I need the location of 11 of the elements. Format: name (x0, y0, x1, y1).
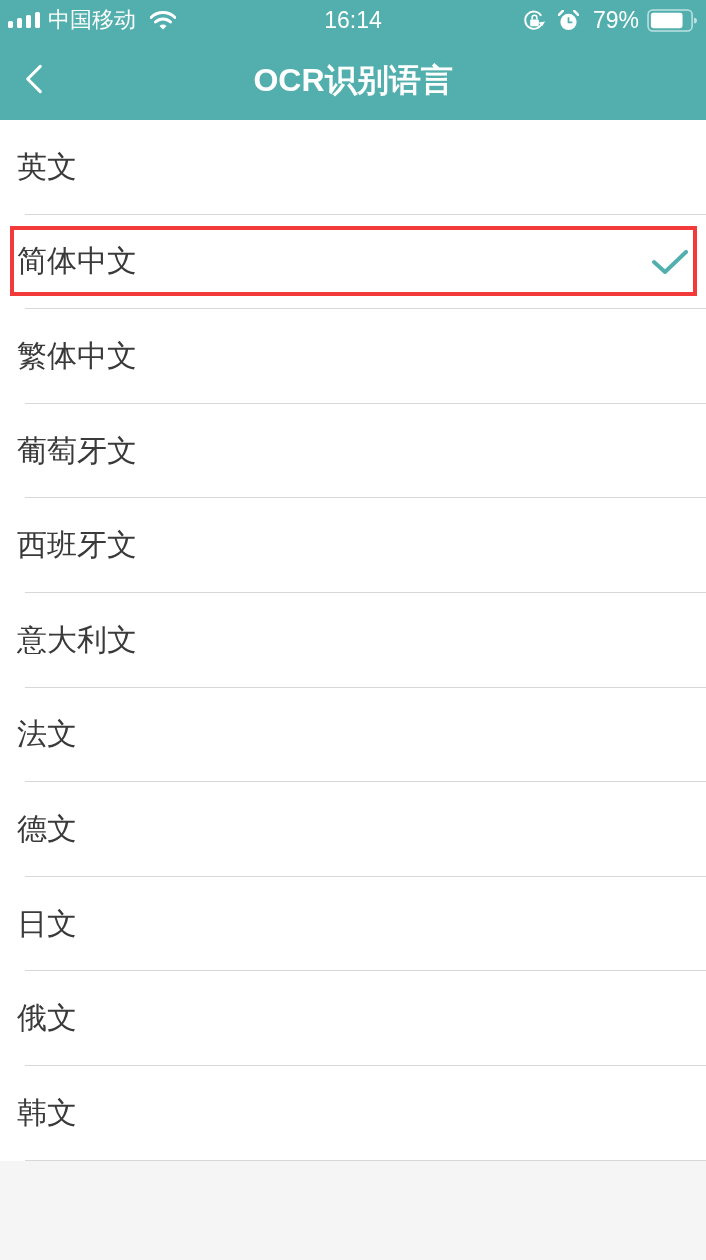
wifi-icon (150, 10, 176, 30)
checkmark-icon (652, 249, 688, 274)
rotation-lock-icon (522, 8, 546, 32)
carrier-name: 中国移动 (48, 9, 136, 31)
battery-icon (647, 8, 697, 32)
back-chevron-icon (25, 64, 43, 94)
status-time: 16:14 (324, 8, 382, 32)
alarm-clock-icon (557, 9, 579, 31)
signal-icon (8, 12, 40, 28)
battery-percentage: 79% (592, 8, 639, 32)
page-title: OCR识别语言 (253, 64, 453, 96)
